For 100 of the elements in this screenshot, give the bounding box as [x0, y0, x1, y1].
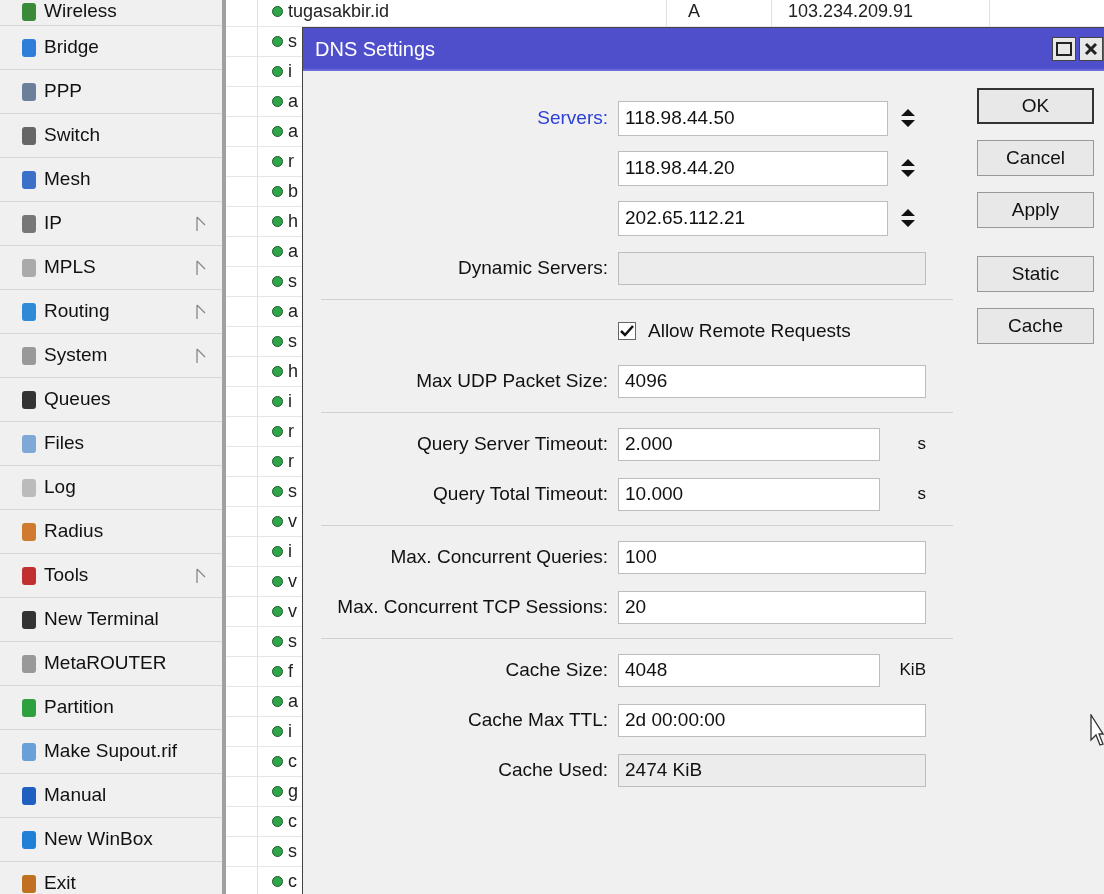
dns-name: i	[288, 390, 292, 413]
menu-item-icon	[22, 566, 36, 585]
input-field[interactable]: 2d 00:00:00	[618, 703, 926, 737]
menu-item-icon	[22, 742, 36, 761]
dns-name: c	[288, 750, 297, 773]
sidebar-item[interactable]: Files	[0, 422, 222, 466]
dns-name: v	[288, 510, 297, 533]
ip-address: 103.234.209.91	[788, 0, 915, 23]
checkbox-label: Allow Remote Requests	[648, 318, 851, 343]
field-label: Max. Concurrent Queries:	[389, 544, 609, 569]
sidebar-item[interactable]: Log	[0, 466, 222, 510]
sidebar-item[interactable]: PPP	[0, 70, 222, 114]
dns-name: s	[288, 840, 297, 863]
mouse-cursor-icon	[1090, 714, 1104, 748]
menu-item-icon	[22, 170, 36, 189]
dns-name: c	[288, 810, 297, 833]
field-label: Cache Max TTL:	[466, 707, 609, 732]
sidebar-item[interactable]: MetaROUTER	[0, 642, 222, 686]
input-field[interactable]: 20	[618, 590, 926, 624]
dns-name: r	[288, 150, 294, 173]
field-label: Dynamic Servers:	[457, 255, 609, 280]
dns-name: a	[288, 690, 298, 713]
field-label: Query Total Timeout:	[432, 481, 609, 506]
sidebar-item[interactable]: Radius	[0, 510, 222, 554]
maximize-icon	[1056, 41, 1072, 56]
input-field[interactable]: 202.65.112.21	[618, 200, 888, 236]
menu-item-icon	[22, 126, 36, 145]
dns-name: v	[288, 570, 297, 593]
dns-name: b	[288, 180, 298, 203]
menu-item-icon	[22, 346, 36, 365]
dns-name: i	[288, 60, 292, 83]
unit-label: s	[916, 483, 926, 506]
maximize-button[interactable]	[1052, 36, 1076, 61]
menu-item-icon	[22, 830, 36, 849]
dns-name: f	[288, 660, 293, 683]
sidebar-item[interactable]: New Terminal	[0, 598, 222, 642]
dialog-button[interactable]: OK	[977, 88, 1094, 124]
close-button[interactable]	[1079, 36, 1103, 61]
dns-name: v	[288, 600, 297, 623]
dns-name: r	[288, 450, 294, 473]
spinner-icon[interactable]	[900, 209, 916, 227]
input-field[interactable]: 4096	[618, 364, 926, 398]
dialog-button[interactable]: Static	[977, 256, 1094, 292]
menu-item-icon	[22, 214, 36, 233]
sidebar-item[interactable]: Routing	[0, 290, 222, 334]
input-field[interactable]: 118.98.44.50	[618, 100, 888, 136]
dns-name: s	[288, 480, 297, 503]
sidebar-item[interactable]: IP	[0, 202, 222, 246]
field-label: Max UDP Packet Size:	[415, 368, 609, 393]
dns-name: tugasakbir.id	[288, 0, 391, 23]
unit-label: KiB	[898, 659, 926, 682]
sidebar-item[interactable]: Manual	[0, 774, 222, 818]
dns-name: c	[288, 870, 297, 893]
dns-name: s	[288, 30, 297, 53]
sidebar-item[interactable]: Make Supout.rif	[0, 730, 222, 774]
sidebar-item[interactable]: Switch	[0, 114, 222, 158]
dialog-button[interactable]: Cache	[977, 308, 1094, 344]
sidebar-item[interactable]: Exit	[0, 862, 222, 894]
dns-name: g	[288, 780, 298, 803]
sidebar-item[interactable]: New WinBox	[0, 818, 222, 862]
input-field[interactable]: 2.000	[618, 427, 880, 461]
sidebar-item[interactable]: Queues	[0, 378, 222, 422]
servers-link[interactable]: Servers:	[321, 103, 618, 133]
dialog-button[interactable]: Apply	[977, 192, 1094, 228]
input-field[interactable]: 4048	[618, 653, 880, 687]
window-title: DNS Settings	[315, 36, 436, 62]
field-label: Cache Size:	[504, 657, 609, 682]
menu-item-icon	[22, 82, 36, 101]
dns-name: a	[288, 90, 298, 113]
field-label: Cache Used:	[497, 757, 609, 782]
input-field[interactable]: 118.98.44.20	[618, 150, 888, 186]
sidebar-item[interactable]: System	[0, 334, 222, 378]
menu-item-icon	[22, 2, 36, 21]
menu-item-icon	[22, 610, 36, 629]
dns-name: i	[288, 720, 292, 743]
dns-name: i	[288, 540, 292, 563]
menu-item-icon	[22, 874, 36, 893]
dns-name: a	[288, 300, 298, 323]
sidebar-item[interactable]: Bridge	[0, 26, 222, 70]
sidebar-item[interactable]: Mesh	[0, 158, 222, 202]
sidebar-item[interactable]: MPLS	[0, 246, 222, 290]
dialog-button[interactable]: Cancel	[977, 140, 1094, 176]
menu-item-icon	[22, 434, 36, 453]
checkbox[interactable]	[618, 322, 636, 340]
dns-name: h	[288, 210, 298, 233]
menu-item-icon	[22, 786, 36, 805]
sidebar-item[interactable]: Tools	[0, 554, 222, 598]
sidebar-item[interactable]: Partition	[0, 686, 222, 730]
readonly-field: 2474 KiB	[618, 753, 926, 787]
field-label: Query Server Timeout:	[415, 431, 609, 456]
sidebar-item[interactable]: Wireless	[0, 0, 222, 26]
record-type: A	[688, 0, 701, 23]
menu-item-icon	[22, 302, 36, 321]
input-field[interactable]: 10.000	[618, 477, 880, 511]
spinner-icon[interactable]	[900, 109, 916, 127]
menu-item-icon	[22, 38, 36, 57]
input-field[interactable]: 100	[618, 540, 926, 574]
unit-label: s	[916, 433, 926, 456]
menu-item-icon	[22, 522, 36, 541]
spinner-icon[interactable]	[900, 159, 916, 177]
